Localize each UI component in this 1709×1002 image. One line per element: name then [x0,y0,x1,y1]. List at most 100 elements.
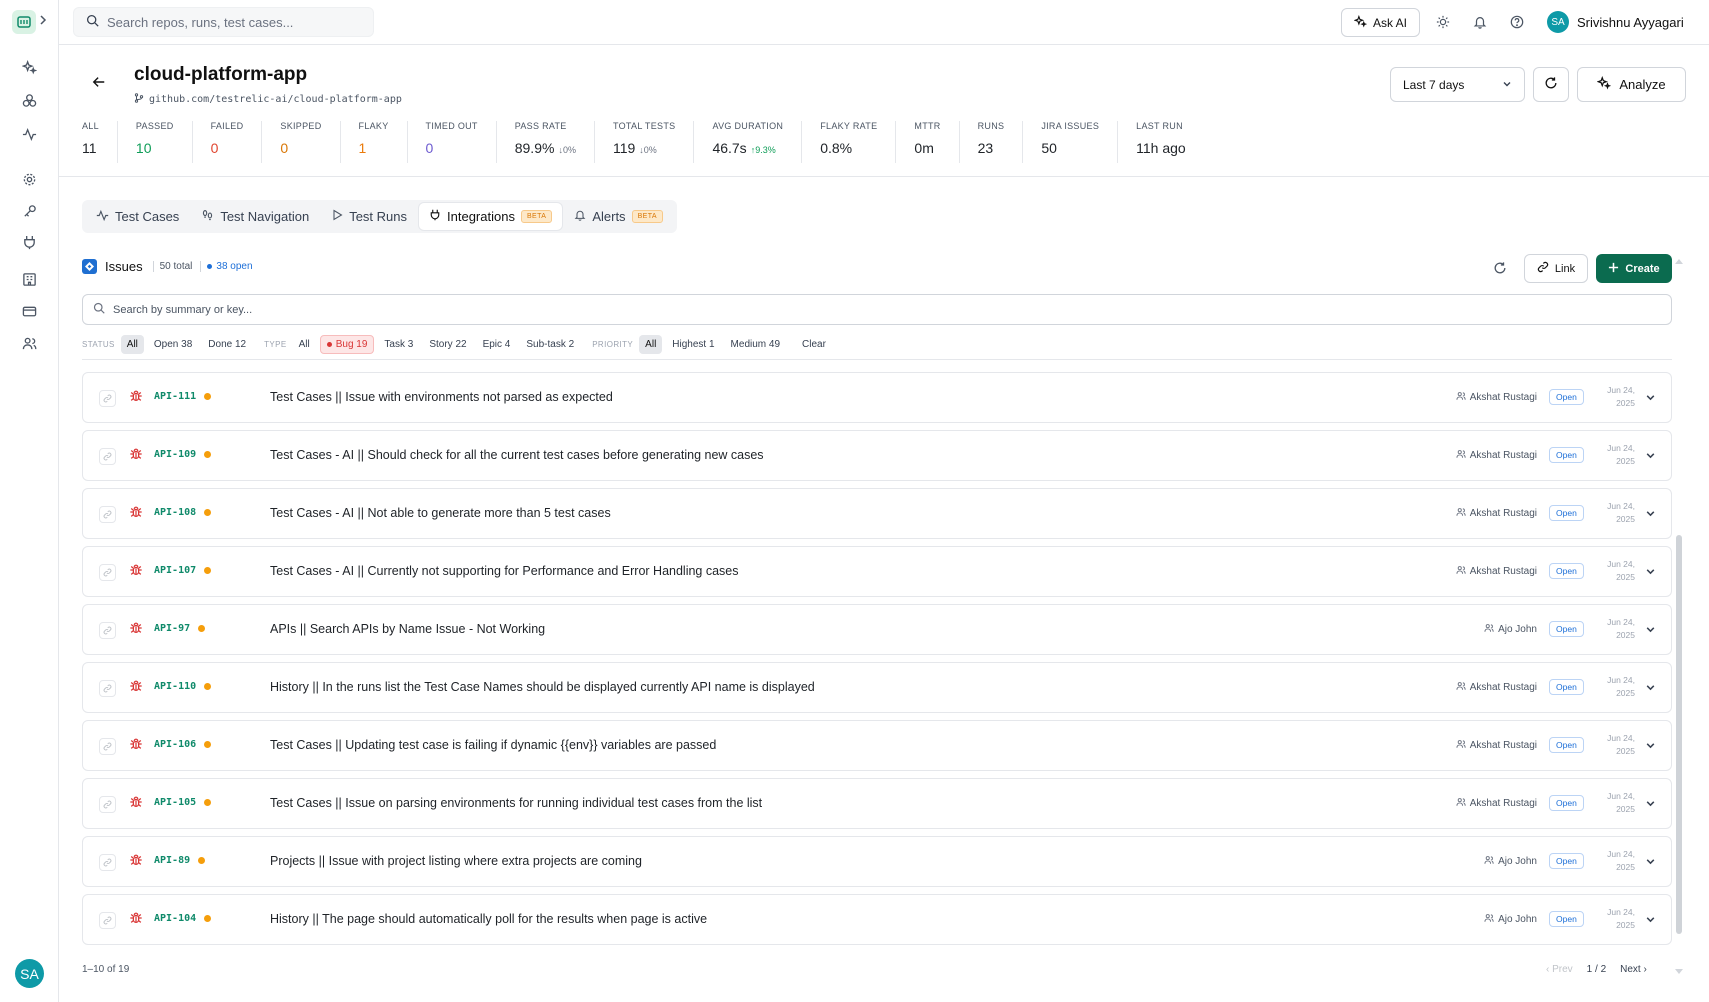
issue-key[interactable]: API-104 [154,913,196,924]
issue-key[interactable]: API-97 [154,623,190,634]
issue-summary[interactable]: Test Cases || Issue on parsing environme… [270,796,762,810]
next-page-button[interactable]: Next › [1620,964,1647,975]
refresh-icon[interactable] [1493,261,1507,278]
issue-row[interactable]: API-104 History || The page should automa… [82,894,1672,945]
issue-row[interactable]: API-89 Projects || Issue with project lis… [82,836,1672,887]
chevron-down-icon[interactable] [1645,739,1656,754]
chevron-down-icon[interactable] [1645,449,1656,464]
priority-filter-chip[interactable]: Medium 49 [725,335,786,354]
issue-row[interactable]: API-97 APIs || Search APIs by Name Issue … [82,604,1672,655]
create-issue-button[interactable]: Create [1596,254,1672,283]
key-icon[interactable] [20,202,38,220]
tab-alerts[interactable]: Alerts BETA [564,203,673,230]
issue-summary[interactable]: Test Cases - AI || Should check for all … [270,448,764,462]
chevron-right-icon[interactable] [38,13,48,30]
priority-filter-chip[interactable]: Highest 1 [666,335,720,354]
credit-card-icon[interactable] [20,302,38,320]
avatar[interactable]: SA [15,959,44,988]
issue-key[interactable]: API-89 [154,855,190,866]
scroll-up-arrow[interactable] [1675,259,1683,264]
issue-row[interactable]: API-110 History || In the runs list the T… [82,662,1672,713]
issue-search-input[interactable] [113,303,613,316]
link-issue-button[interactable]: Link [1524,254,1588,283]
type-filter-chip[interactable]: Bug 19 [319,335,375,354]
tab-test-navigation[interactable]: Test Navigation [191,203,319,230]
refresh-button[interactable] [1533,67,1569,102]
issue-key[interactable]: API-109 [154,449,196,460]
issue-summary[interactable]: Test Cases || Issue with environments no… [270,390,613,404]
issue-summary[interactable]: History || In the runs list the Test Cas… [270,680,815,694]
tab-integrations[interactable]: Integrations BETA [419,203,563,230]
repo-link[interactable]: github.com/testrelic-ai/cloud-platform-a… [134,93,402,106]
analyze-button[interactable]: Analyze [1577,67,1686,102]
help-icon[interactable] [1507,12,1527,32]
issue-key[interactable]: API-106 [154,739,196,750]
priority-filter-chip[interactable]: All [639,335,663,354]
issue-summary[interactable]: Test Cases || Updating test case is fail… [270,738,716,752]
link-icon[interactable] [99,390,116,407]
scroll-down-arrow[interactable] [1675,969,1683,974]
chevron-down-icon[interactable] [1645,565,1656,580]
app-logo-icon[interactable] [12,10,36,34]
link-icon[interactable] [99,506,116,523]
issue-summary[interactable]: Test Cases - AI || Not able to generate … [270,506,611,520]
link-icon[interactable] [99,680,116,697]
issue-summary[interactable]: History || The page should automatically… [270,912,707,926]
issue-row[interactable]: API-106 Test Cases || Updating test case … [82,720,1672,771]
ask-ai-button[interactable]: Ask AI [1341,8,1420,37]
link-icon[interactable] [99,448,116,465]
bell-icon[interactable] [1470,12,1490,32]
global-search-input[interactable] [107,14,337,30]
clear-filters-button[interactable]: Clear [796,335,832,354]
type-filter-chip[interactable]: Task 3 [378,335,419,354]
issue-summary[interactable]: Projects || Issue with project listing w… [270,854,642,868]
chevron-down-icon[interactable] [1645,681,1656,696]
tab-test-runs[interactable]: Test Runs [321,203,417,230]
issue-row[interactable]: API-107 Test Cases - AI || Currently not … [82,546,1672,597]
tab-test-cases[interactable]: Test Cases [86,203,189,230]
type-filter-chip[interactable]: Story 22 [423,335,472,354]
issue-key[interactable]: API-105 [154,797,196,808]
status-filter-chip[interactable]: Open 38 [148,335,198,354]
prev-page-button[interactable]: ‹ Prev [1546,964,1573,975]
global-search[interactable] [73,7,374,37]
type-filter-chip[interactable]: All [293,335,316,354]
scrollbar[interactable] [1675,259,1683,974]
date-range-select[interactable]: Last 7 days [1390,67,1525,102]
link-icon[interactable] [99,796,116,813]
gear-icon[interactable] [20,170,38,188]
issue-search[interactable] [82,294,1672,325]
users-icon[interactable] [20,334,38,352]
type-filter-chip[interactable]: Epic 4 [477,335,517,354]
chevron-down-icon[interactable] [1645,797,1656,812]
chevron-down-icon[interactable] [1645,913,1656,928]
issue-key[interactable]: API-110 [154,681,196,692]
link-icon[interactable] [99,738,116,755]
chevron-down-icon[interactable] [1645,623,1656,638]
status-filter-chip[interactable]: Done 12 [202,335,252,354]
boxes-icon[interactable] [20,91,38,109]
issue-key[interactable]: API-107 [154,565,196,576]
link-icon[interactable] [99,622,116,639]
issue-key[interactable]: API-108 [154,507,196,518]
chevron-down-icon[interactable] [1645,855,1656,870]
link-icon[interactable] [99,912,116,929]
status-filter-chip[interactable]: All [120,335,144,354]
activity-icon[interactable] [20,125,38,143]
issue-summary[interactable]: APIs || Search APIs by Name Issue - Not … [270,622,545,636]
issue-summary[interactable]: Test Cases - AI || Currently not support… [270,564,739,578]
issue-key[interactable]: API-111 [154,391,196,402]
issue-row[interactable]: API-111 Test Cases || Issue with environm… [82,372,1672,423]
chevron-down-icon[interactable] [1645,391,1656,406]
building-icon[interactable] [20,270,38,288]
link-icon[interactable] [99,564,116,581]
scrollbar-thumb[interactable] [1676,535,1682,934]
chevron-down-icon[interactable] [1645,507,1656,522]
back-arrow-icon[interactable] [92,75,106,92]
issue-row[interactable]: API-109 Test Cases - AI || Should check f… [82,430,1672,481]
user-menu[interactable]: SA Srivishnu Ayyagari [1547,11,1684,33]
sparkles-icon[interactable] [20,58,38,76]
sun-icon[interactable] [1433,12,1453,32]
link-icon[interactable] [99,854,116,871]
plug-icon[interactable] [20,233,38,251]
